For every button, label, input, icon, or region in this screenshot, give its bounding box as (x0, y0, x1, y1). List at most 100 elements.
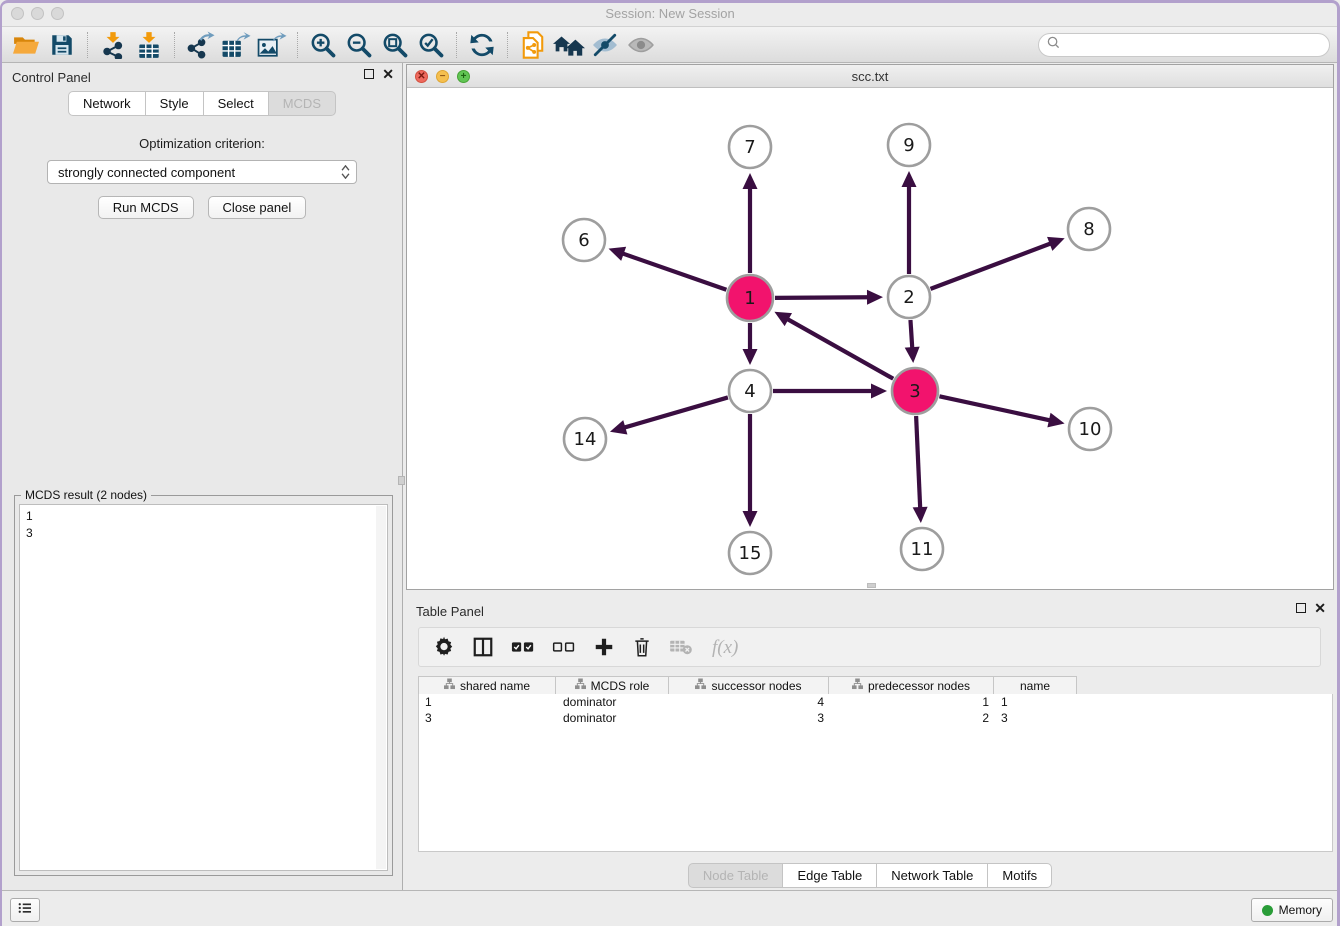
tab-mcds[interactable]: MCDS (269, 91, 336, 116)
mcds-result-list[interactable]: 1 3 (19, 504, 388, 871)
edge-1-2[interactable] (775, 297, 869, 298)
delete-table-icon (669, 638, 693, 656)
table-settings-icon[interactable] (433, 636, 455, 658)
tab-select[interactable]: Select (204, 91, 269, 116)
panel-divider-handle[interactable] (398, 476, 405, 485)
column-label: predecessor nodes (868, 679, 970, 693)
table-tab-edge-table[interactable]: Edge Table (783, 863, 877, 888)
table-cell[interactable]: 4 (670, 694, 830, 710)
export-network-icon[interactable] (182, 30, 218, 60)
edge-arrowhead (1047, 413, 1064, 428)
open-file-icon[interactable] (8, 30, 44, 60)
table-row[interactable]: 3dominator323 (419, 710, 1332, 726)
table-row[interactable]: 1dominator411 (419, 694, 1332, 710)
node-label-2: 2 (903, 287, 914, 308)
select-all-rows-icon[interactable] (511, 639, 535, 655)
edge-3-10[interactable] (939, 396, 1050, 420)
node-label-10: 10 (1079, 419, 1102, 440)
float-table-panel-icon[interactable] (1296, 603, 1306, 613)
toolbar-separator (174, 32, 175, 58)
column-header-successor-nodes[interactable]: successor nodes (669, 676, 829, 695)
table-cell[interactable]: dominator (557, 710, 670, 726)
table-cell[interactable]: dominator (557, 694, 670, 710)
search-icon (1047, 36, 1060, 54)
delete-column-icon[interactable] (632, 636, 652, 658)
sort-icon[interactable] (852, 678, 863, 693)
close-table-panel-icon[interactable]: ✕ (1314, 603, 1326, 613)
table-cell[interactable]: 3 (419, 710, 557, 726)
edge-2-8[interactable] (931, 243, 1052, 289)
search-box[interactable] (1038, 33, 1330, 57)
float-panel-icon[interactable] (364, 69, 374, 79)
column-layout-icon[interactable] (472, 636, 494, 658)
export-image-icon[interactable] (254, 30, 290, 60)
result-scrollbar[interactable] (376, 506, 386, 869)
table-cell[interactable]: 3 (670, 710, 830, 726)
canvas-resize-handle[interactable] (867, 583, 876, 588)
zoom-fit-icon[interactable] (377, 30, 413, 60)
close-panel-icon[interactable]: ✕ (382, 69, 394, 79)
zoom-out-icon[interactable] (341, 30, 377, 60)
sort-icon[interactable] (575, 678, 586, 693)
refresh-layout-icon[interactable] (464, 30, 500, 60)
close-panel-button[interactable]: Close panel (208, 196, 307, 219)
control-panel-title: Control Panel (12, 70, 91, 85)
task-history-button[interactable] (10, 898, 40, 922)
table-body[interactable]: 1dominator4113dominator323 (418, 694, 1333, 852)
column-label: name (1020, 679, 1050, 693)
edge-arrowhead (610, 420, 627, 434)
table-cell[interactable]: 1 (995, 694, 1078, 710)
zoom-selected-icon[interactable] (413, 30, 449, 60)
criterion-dropdown[interactable]: strongly connected component (47, 160, 357, 184)
column-header-shared-name[interactable]: shared name (418, 676, 556, 695)
edge-4-14[interactable] (623, 397, 728, 427)
import-network-icon[interactable] (95, 30, 131, 60)
network-graph[interactable]: 7968124314101511 (407, 88, 1333, 589)
tab-style[interactable]: Style (146, 91, 204, 116)
table-cell[interactable]: 1 (419, 694, 557, 710)
edge-1-6[interactable] (622, 253, 727, 290)
edge-2-3[interactable] (910, 320, 912, 349)
import-table-icon[interactable] (131, 30, 167, 60)
edge-3-11[interactable] (916, 416, 920, 509)
optimization-criterion-label: Optimization criterion: (2, 136, 402, 151)
zoom-in-icon[interactable] (305, 30, 341, 60)
sort-icon[interactable] (444, 678, 455, 693)
save-session-icon[interactable] (44, 30, 80, 60)
column-header-predecessor-nodes[interactable]: predecessor nodes (829, 676, 994, 695)
edge-3-1[interactable] (787, 319, 894, 379)
column-header-name[interactable]: name (994, 676, 1077, 695)
network-canvas[interactable]: 7968124314101511 (407, 88, 1333, 589)
main-toolbar (0, 27, 1340, 63)
edge-arrowhead (743, 173, 758, 189)
node-label-3: 3 (909, 381, 920, 402)
export-table-icon[interactable] (218, 30, 254, 60)
clear-selection-icon[interactable] (552, 639, 576, 655)
table-tab-node-table[interactable]: Node Table (688, 863, 784, 888)
sort-icon[interactable] (695, 678, 706, 693)
node-label-15: 15 (739, 543, 762, 564)
function-builder-icon: f(x) (710, 635, 744, 659)
run-mcds-button[interactable]: Run MCDS (98, 196, 194, 219)
toolbar-separator (87, 32, 88, 58)
home-view-icon[interactable] (551, 30, 587, 60)
new-network-from-selection-icon[interactable] (515, 30, 551, 60)
node-label-11: 11 (911, 539, 934, 560)
memory-button[interactable]: Memory (1251, 898, 1333, 922)
tab-network[interactable]: Network (68, 91, 146, 116)
node-label-6: 6 (578, 230, 589, 251)
dropdown-stepper-icon (339, 163, 352, 181)
table-cell[interactable]: 3 (995, 710, 1078, 726)
column-header-MCDS-role[interactable]: MCDS role (556, 676, 669, 695)
node-label-14: 14 (574, 429, 597, 450)
search-input[interactable] (1065, 38, 1329, 52)
hide-selected-icon[interactable] (587, 30, 623, 60)
table-tab-motifs[interactable]: Motifs (988, 863, 1052, 888)
table-cell[interactable]: 2 (830, 710, 995, 726)
table-tab-network-table[interactable]: Network Table (877, 863, 988, 888)
add-column-icon[interactable] (593, 636, 615, 658)
control-panel: Control Panel ✕ NetworkStyleSelectMCDS O… (2, 63, 403, 890)
show-all-icon[interactable] (623, 30, 659, 60)
network-window-titlebar[interactable]: ✕ − + scc.txt (407, 65, 1333, 88)
table-cell[interactable]: 1 (830, 694, 995, 710)
